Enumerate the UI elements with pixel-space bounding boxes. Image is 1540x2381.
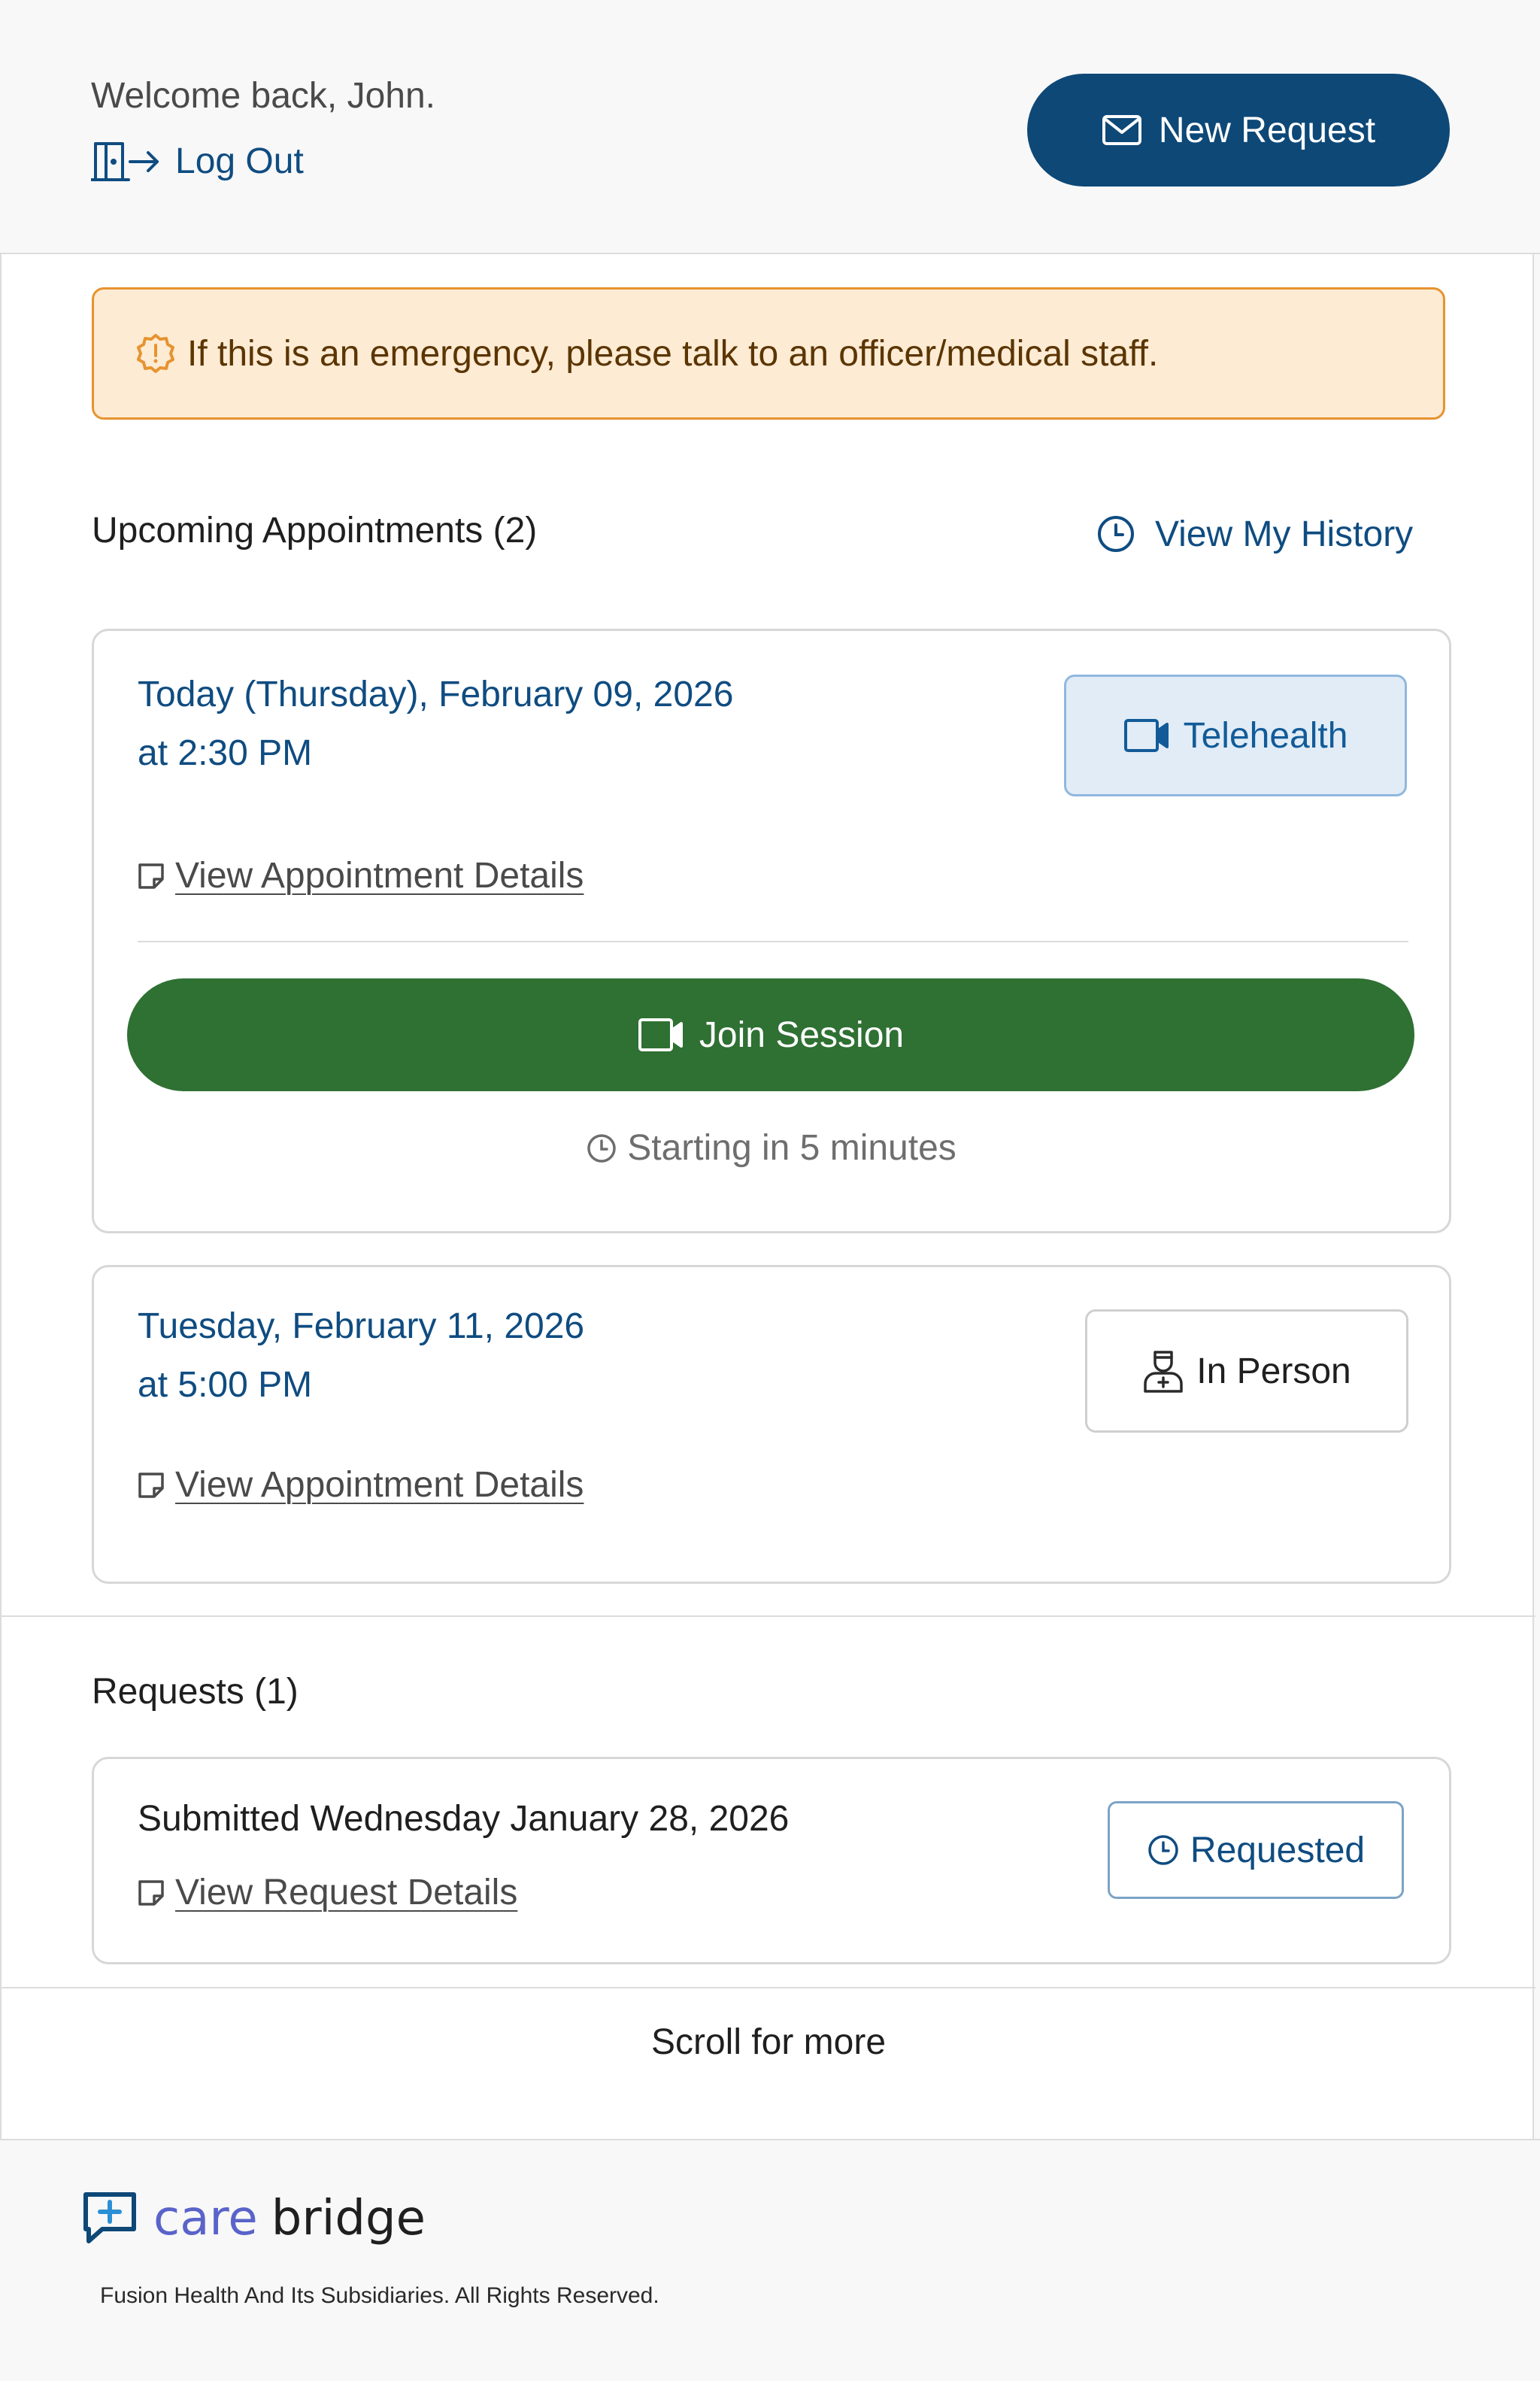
- scroll-hint: Scroll for more: [650, 2022, 887, 2062]
- brand-logo: care bridge: [80, 2190, 426, 2247]
- card-divider: [138, 941, 1408, 942]
- appointment-date: Tuesday, February 11, 2026: [138, 1306, 585, 1346]
- countdown-text: Starting in 5 minutes: [627, 1128, 956, 1168]
- appointment-time: at 5:00 PM: [138, 1365, 313, 1405]
- alert-text: If this is an emergency, please talk to …: [187, 333, 1159, 374]
- note-icon: [136, 861, 166, 891]
- note-icon: [136, 1878, 166, 1908]
- appointments-title: Upcoming Appointments (2): [92, 511, 538, 551]
- door-exit-icon: [91, 139, 162, 183]
- new-request-button[interactable]: New Request: [1027, 74, 1450, 187]
- clock-icon: [587, 1133, 617, 1163]
- request-submitted-date: Submitted Wednesday January 28, 2026: [138, 1799, 790, 1839]
- page-footer: care bridge Fusion Health And Its Subsid…: [0, 2139, 1540, 2381]
- requested-label: Requested: [1190, 1830, 1366, 1870]
- details-label: View Request Details: [175, 1873, 518, 1912]
- appointment-time: at 2:30 PM: [138, 733, 313, 773]
- page-header: Welcome back, John. Log Out New Request: [0, 0, 1540, 254]
- video-camera-icon: [1123, 717, 1170, 754]
- video-camera-icon: [638, 1017, 684, 1053]
- view-request-details-link[interactable]: View Request Details: [136, 1872, 517, 1913]
- join-session-button[interactable]: Join Session: [127, 978, 1414, 1091]
- session-countdown: Starting in 5 minutes: [94, 1127, 1449, 1169]
- emergency-alert: If this is an emergency, please talk to …: [92, 287, 1445, 420]
- clock-icon: [1147, 1834, 1180, 1867]
- envelope-icon: [1102, 114, 1142, 146]
- in-person-label: In Person: [1196, 1351, 1351, 1391]
- new-request-label: New Request: [1158, 110, 1376, 150]
- copyright-text: Fusion Health And Its Subsidiaries. All …: [100, 2283, 659, 2308]
- telehealth-label: Telehealth: [1183, 715, 1348, 756]
- clock-icon: [1096, 514, 1135, 554]
- view-appointment-details-link[interactable]: View Appointment Details: [136, 1464, 584, 1506]
- doctor-icon: [1142, 1348, 1184, 1394]
- view-appointment-details-link[interactable]: View Appointment Details: [136, 855, 584, 896]
- logout-label: Log Out: [175, 141, 304, 181]
- main-panel: If this is an emergency, please talk to …: [0, 254, 1535, 2139]
- view-history-link[interactable]: View My History: [1096, 510, 1413, 558]
- section-divider: [2, 1987, 1535, 1988]
- requests-title: Requests (1): [92, 1672, 299, 1712]
- appointment-card: Tuesday, February 11, 2026 at 5:00 PM In…: [92, 1265, 1451, 1584]
- warning-badge-icon: [135, 332, 177, 375]
- join-session-label: Join Session: [699, 1015, 905, 1055]
- appointment-card: Today (Thursday), February 09, 2026 at 2…: [92, 629, 1451, 1233]
- requested-status-badge[interactable]: Requested: [1108, 1801, 1404, 1899]
- request-card: Submitted Wednesday January 28, 2026 Vie…: [92, 1757, 1451, 1964]
- chat-plus-icon: [80, 2190, 140, 2247]
- welcome-message: Welcome back, John.: [91, 76, 435, 116]
- note-icon: [136, 1470, 166, 1500]
- logout-link[interactable]: Log Out: [91, 137, 304, 185]
- brand-care-text: care: [153, 2191, 258, 2246]
- details-label: View Appointment Details: [175, 856, 584, 896]
- details-label: View Appointment Details: [175, 1465, 584, 1505]
- history-label: View My History: [1155, 514, 1414, 554]
- appointment-date: Today (Thursday), February 09, 2026: [138, 675, 734, 714]
- telehealth-badge: Telehealth: [1064, 675, 1407, 796]
- in-person-badge: In Person: [1085, 1309, 1408, 1433]
- section-divider: [2, 1615, 1535, 1617]
- brand-bridge-text: bridge: [271, 2191, 426, 2246]
